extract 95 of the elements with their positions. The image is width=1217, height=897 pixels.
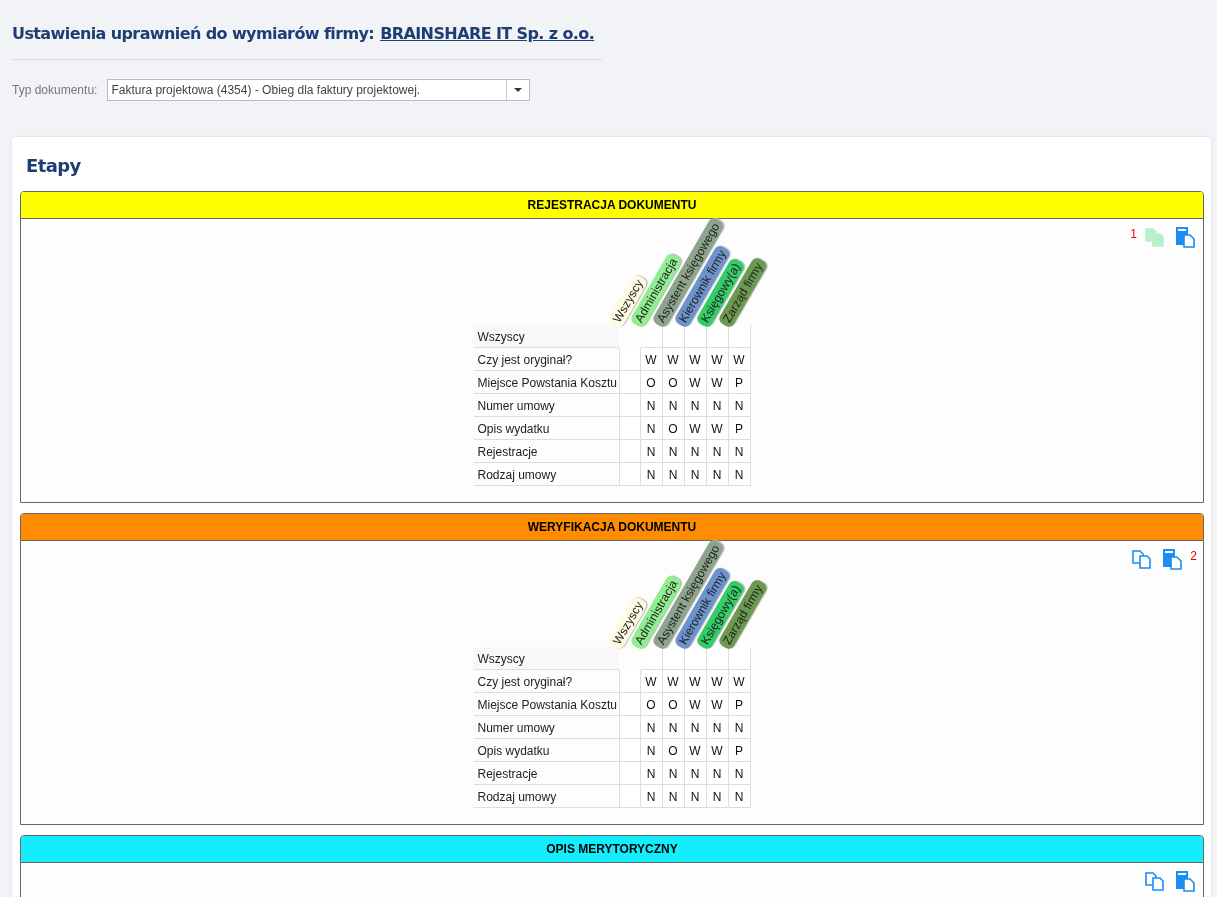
table-cell[interactable]: N [662,394,685,417]
table-cell[interactable]: P [728,739,751,762]
table-cell[interactable]: N [640,785,663,808]
table-cell[interactable]: N [684,785,707,808]
table-cell[interactable]: W [640,670,663,693]
table-cell[interactable]: W [728,348,751,371]
row-label: Numer umowy [473,394,619,417]
table-cell[interactable]: W [684,417,707,440]
row-label: Miejsce Powstania Kosztu [473,371,619,394]
stage-header: REJESTRACJA DOKUMENTU [21,192,1203,219]
table-cell[interactable]: W [728,670,751,693]
table-cell[interactable]: N [706,440,729,463]
table-cell[interactable]: W [684,739,707,762]
table-cell[interactable]: W [662,348,685,371]
table-cell[interactable]: N [728,785,751,808]
table-cell[interactable]: O [662,739,685,762]
table-cell[interactable]: W [706,371,729,394]
paste-icon [1174,870,1196,892]
table-cell[interactable]: N [662,463,685,486]
table-cell[interactable]: P [728,693,751,716]
table-cell[interactable]: N [706,463,729,486]
paste-icon [1174,226,1196,248]
company-link[interactable]: BRAINSHARE IT Sp. z o.o. [380,24,595,43]
table-cell[interactable]: W [706,693,729,716]
table-cell[interactable]: N [728,762,751,785]
table-cell[interactable]: N [684,394,707,417]
table-cell[interactable]: P [728,417,751,440]
count-label: 2 [1190,549,1197,563]
table-cell[interactable]: W [684,348,707,371]
table-cell[interactable]: W [662,670,685,693]
table-cell[interactable]: N [662,785,685,808]
row-label: Rodzaj umowy [473,785,619,808]
table-cell[interactable]: W [684,371,707,394]
table-cell[interactable]: N [640,762,663,785]
table-cell[interactable]: N [706,785,729,808]
paste-icon [1161,548,1184,570]
table-cell[interactable]: N [684,463,707,486]
table-cell[interactable]: N [728,440,751,463]
table-cell[interactable]: N [640,440,663,463]
table-cell[interactable]: N [684,762,707,785]
table-cell[interactable]: W [706,348,729,371]
table-cell[interactable]: W [706,739,729,762]
table-cell[interactable]: N [728,394,751,417]
stage-header: OPIS MERYTORYCZNY [21,836,1203,863]
table-cell[interactable]: N [728,716,751,739]
document-type-select[interactable]: Faktura projektowa (4354) - Obieg dla faktury projektowej. [107,79,531,101]
row-label: Rodzaj umowy [473,463,619,486]
table-cell[interactable]: N [684,440,707,463]
table-cell[interactable]: W [640,348,663,371]
table-cell[interactable]: W [684,670,707,693]
paste-button[interactable] [1160,547,1185,571]
table-cell[interactable]: N [662,716,685,739]
table-cell[interactable]: O [662,693,685,716]
row-label: Czy jest oryginał? [473,348,619,371]
count-label: 1 [1130,227,1137,241]
table-cell[interactable]: N [662,762,685,785]
section-title: Etapy [26,155,82,176]
caret-icon [514,88,523,92]
table-cell[interactable]: N [640,739,663,762]
row-label: Wszyscy [473,325,619,348]
row-label: Rejestracje [473,440,619,463]
table-cell[interactable]: N [640,394,663,417]
row-label: Opis wydatku [473,739,619,762]
row-label: Numer umowy [473,716,619,739]
table-cell[interactable]: O [640,693,663,716]
copy-button[interactable] [1143,869,1167,893]
copy-icon [1144,226,1166,248]
copy-icon [1131,548,1154,570]
table-cell[interactable]: O [640,371,663,394]
table-cell[interactable]: N [640,716,663,739]
row-label: Czy jest oryginał? [473,670,619,693]
row-label: Miejsce Powstania Kosztu [473,693,619,716]
row-label: Opis wydatku [473,417,619,440]
copy-icon [1144,870,1166,892]
table-cell[interactable]: N [640,463,663,486]
table-cell[interactable]: N [706,394,729,417]
row-label: Wszyscy [473,647,619,670]
table-cell[interactable]: O [662,417,685,440]
table-cell[interactable]: N [640,417,663,440]
table-cell[interactable]: N [706,716,729,739]
table-cell[interactable]: N [728,463,751,486]
table-cell[interactable]: W [706,670,729,693]
paste-button[interactable] [1173,869,1197,893]
field-label: Typ dokumentu: [12,83,98,97]
table-cell[interactable]: N [662,440,685,463]
table-cell[interactable]: N [684,716,707,739]
table-cell[interactable]: P [728,371,751,394]
stage-header: WERYFIKACJA DOKUMENTU [21,514,1203,541]
paste-button[interactable] [1173,225,1197,249]
table-cell[interactable]: O [662,371,685,394]
row-label: Rejestracje [473,762,619,785]
table-cell[interactable]: W [706,417,729,440]
page-title: Ustawienia uprawnień do wymiarów firmy: [12,24,375,43]
table-cell[interactable]: W [684,693,707,716]
table-cell[interactable]: N [706,762,729,785]
